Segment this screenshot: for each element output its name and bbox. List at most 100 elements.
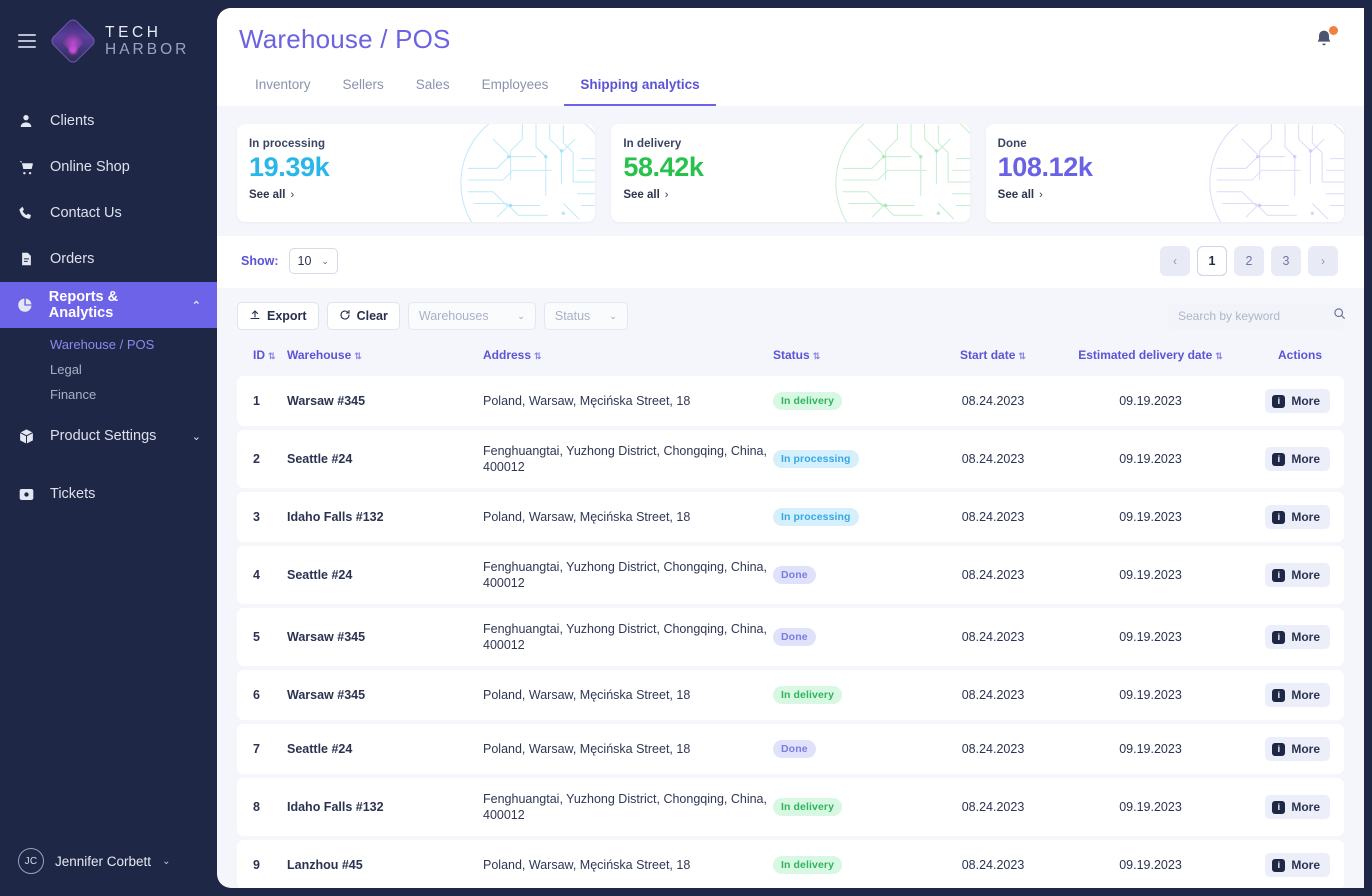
more-button[interactable]: i More — [1265, 389, 1330, 413]
pagination: ‹ 1 2 3 › — [1160, 246, 1338, 276]
warehouses-filter-select[interactable]: Warehouses ⌄ — [407, 302, 536, 330]
pagination-next[interactable]: › — [1308, 246, 1338, 276]
sidebar: TECH HARBOR Clients Online Shop Contact … — [0, 0, 217, 896]
sidebar-subitem-legal[interactable]: Legal — [50, 357, 217, 382]
show-and-pagination-bar: Show: 10 ⌄ ‹ 1 2 3 › — [217, 236, 1364, 288]
info-icon: i — [1272, 394, 1286, 408]
sidebar-item-product-settings[interactable]: Product Settings ⌄ — [0, 413, 217, 459]
table-head: ID ⇅ Warehouse ⇅ Address ⇅ Status ⇅ Start da… — [237, 346, 1344, 372]
pagination-prev[interactable]: ‹ — [1160, 246, 1190, 276]
table-body: 1 Warsaw #345 Poland, Warsaw, Męcińska Str… — [237, 376, 1344, 888]
tab-sales[interactable]: Sales — [400, 67, 466, 106]
see-all-link[interactable]: See all › — [998, 189, 1326, 201]
sidebar-item-reports-analytics[interactable]: Reports & Analytics ⌃ — [0, 282, 217, 328]
cell-status: In delivery — [773, 840, 923, 888]
export-button[interactable]: Export — [237, 302, 319, 330]
info-icon: i — [1272, 568, 1286, 582]
sidebar-item-contact-us[interactable]: Contact Us — [0, 190, 217, 236]
table-row[interactable]: 5 Warsaw #345 Fenghuangtai, Yuzhong Distri… — [237, 608, 1344, 666]
more-button[interactable]: i More — [1265, 683, 1330, 707]
cell-warehouse: Seattle #24 — [287, 724, 483, 774]
sidebar-nav: Clients Online Shop Contact Us Orders Re… — [0, 98, 217, 848]
cell-address: Poland, Warsaw, Męcińska Street, 18 — [483, 376, 773, 426]
column-header-warehouse[interactable]: Warehouse ⇅ — [287, 346, 483, 372]
more-button[interactable]: i More — [1265, 625, 1330, 649]
tab-inventory[interactable]: Inventory — [239, 67, 327, 106]
more-button[interactable]: i More — [1265, 447, 1330, 471]
more-button[interactable]: i More — [1265, 795, 1330, 819]
status-filter-select[interactable]: Status ⌄ — [543, 302, 628, 330]
rows-per-page-select[interactable]: 10 ⌄ — [288, 248, 338, 274]
sidebar-subitem-finance[interactable]: Finance — [50, 382, 217, 407]
sidebar-item-orders[interactable]: Orders — [0, 236, 217, 282]
column-header-id[interactable]: ID ⇅ — [237, 346, 287, 372]
search-input[interactable] — [1178, 309, 1333, 323]
pagination-page-3[interactable]: 3 — [1271, 246, 1301, 276]
rows-per-page-value: 10 — [297, 254, 312, 268]
hamburger-menu-icon[interactable] — [18, 34, 36, 48]
column-header-status[interactable]: Status ⇅ — [773, 346, 923, 372]
cell-actions: i More — [1238, 724, 1344, 774]
more-button[interactable]: i More — [1265, 563, 1330, 587]
tab-sellers[interactable]: Sellers — [327, 67, 400, 106]
cell-actions: i More — [1238, 608, 1344, 666]
more-label: More — [1291, 800, 1320, 814]
clear-button[interactable]: Clear — [326, 302, 400, 330]
cell-id: 3 — [237, 492, 287, 542]
tab-employees[interactable]: Employees — [466, 67, 565, 106]
sidebar-user-profile[interactable]: JC Jennifer Corbett ⌄ — [0, 848, 217, 896]
sort-icon: ⇅ — [1018, 351, 1026, 361]
cell-actions: i More — [1238, 670, 1344, 720]
see-all-link[interactable]: See all › — [249, 189, 577, 201]
cell-status: In delivery — [773, 670, 923, 720]
table-section: Export Clear Warehouses ⌄ Status ⌄ Searc… — [217, 288, 1364, 888]
cell-status: In processing — [773, 492, 923, 542]
pagination-page-2[interactable]: 2 — [1234, 246, 1264, 276]
see-all-link[interactable]: See all › — [623, 189, 951, 201]
cell-warehouse: Seattle #24 — [287, 546, 483, 604]
brand-text: TECH HARBOR — [105, 24, 189, 59]
stat-label: Done — [997, 138, 1027, 150]
cell-estimated-delivery-date: 09.19.2023 — [1063, 430, 1238, 488]
box-icon — [16, 428, 36, 445]
search-box[interactable] — [1168, 302, 1346, 330]
sidebar-item-clients[interactable]: Clients — [0, 98, 217, 144]
chevron-down-icon: ⌄ — [609, 310, 617, 321]
cell-estimated-delivery-date: 09.19.2023 — [1063, 546, 1238, 604]
table-row[interactable]: 3 Idaho Falls #132 Poland, Warsaw, Męcińsk… — [237, 492, 1344, 542]
column-header-estimated-delivery-date[interactable]: Estimated delivery date ⇅ — [1063, 346, 1238, 372]
table-row[interactable]: 1 Warsaw #345 Poland, Warsaw, Męcińska Str… — [237, 376, 1344, 426]
more-button[interactable]: i More — [1265, 737, 1330, 761]
sidebar-item-label: Product Settings — [50, 428, 157, 444]
more-label: More — [1291, 688, 1320, 702]
table-row[interactable]: 7 Seattle #24 Poland, Warsaw, Męcińska Str… — [237, 724, 1344, 774]
cell-warehouse: Idaho Falls #132 — [287, 778, 483, 836]
pagination-page-1[interactable]: 1 — [1197, 246, 1227, 276]
document-icon — [16, 251, 36, 267]
sidebar-item-label: Reports & Analytics — [48, 289, 119, 321]
search-icon[interactable] — [1333, 307, 1346, 325]
cart-icon — [16, 159, 36, 176]
sidebar-subitem-warehouse-pos[interactable]: Warehouse / POS — [50, 332, 217, 357]
cell-status: Done — [773, 608, 923, 666]
column-header-address[interactable]: Address ⇅ — [483, 346, 773, 372]
topbar: Warehouse / POS Inventory Sellers Sales … — [217, 8, 1364, 106]
table-row[interactable]: 4 Seattle #24 Fenghuangtai, Yuzhong Distri… — [237, 546, 1344, 604]
table-row[interactable]: 6 Warsaw #345 Poland, Warsaw, Męcińska Str… — [237, 670, 1344, 720]
cell-status: In processing — [773, 430, 923, 488]
tab-shipping-analytics[interactable]: Shipping analytics — [564, 67, 716, 106]
sidebar-item-tickets[interactable]: Tickets — [0, 471, 217, 517]
table-row[interactable]: 8 Idaho Falls #132 Fenghuangtai, Yuzhong D… — [237, 778, 1344, 836]
brand-logo[interactable]: TECH HARBOR — [48, 16, 189, 66]
table-row[interactable]: 2 Seattle #24 Fenghuangtai, Yuzhong Distri… — [237, 430, 1344, 488]
column-header-start-date[interactable]: Start date ⇅ — [923, 346, 1063, 372]
warehouses-filter-value: Warehouses — [418, 309, 489, 323]
more-label: More — [1291, 568, 1320, 582]
more-button[interactable]: i More — [1265, 505, 1330, 529]
more-button[interactable]: i More — [1265, 853, 1330, 877]
sidebar-item-online-shop[interactable]: Online Shop — [0, 144, 217, 190]
status-filter-value: Status — [554, 309, 591, 323]
table-row[interactable]: 9 Lanzhou #45 Poland, Warsaw, Męcińska Str… — [237, 840, 1344, 888]
status-badge: Done — [773, 628, 816, 646]
bell-icon[interactable] — [1314, 26, 1338, 50]
